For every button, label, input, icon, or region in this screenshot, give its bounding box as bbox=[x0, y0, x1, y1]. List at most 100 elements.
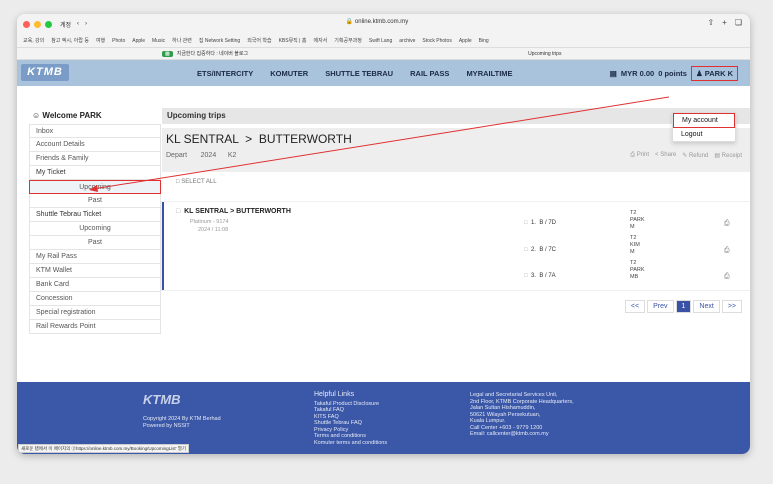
nav-links: ETS/INTERCITY KOMUTER SHUTTLE TEBRAU RAI… bbox=[197, 60, 513, 86]
depart-code: K2 bbox=[227, 152, 237, 159]
user-icon: ♟ bbox=[695, 68, 703, 78]
bookmark-item[interactable]: 참고 엑시, 아랍 등 bbox=[51, 37, 89, 44]
nav-link-railpass[interactable]: RAIL PASS bbox=[410, 69, 449, 78]
depart-year: 2024 bbox=[200, 152, 217, 159]
minimize-window-button[interactable] bbox=[34, 20, 41, 28]
sidebar-item-rail-pass[interactable]: My Rail Pass bbox=[29, 250, 161, 264]
page-next-button[interactable]: Next bbox=[693, 300, 720, 313]
tab-group-label[interactable]: 계정 bbox=[60, 20, 71, 29]
route-arrow-icon: > bbox=[241, 132, 256, 146]
footer-contact: Legal and Secretarial Services Unit, 2nd… bbox=[470, 392, 574, 437]
page-last-button[interactable]: >> bbox=[721, 300, 742, 313]
sidebar-item-concession[interactable]: Concession bbox=[29, 292, 161, 306]
checkbox-icon: □ bbox=[176, 179, 180, 185]
page-first-button[interactable]: << bbox=[624, 300, 646, 313]
sidebar-item-account-details[interactable]: Account Details bbox=[29, 138, 161, 152]
sidebar-item-past[interactable]: Past bbox=[29, 194, 161, 208]
depart-label: Depart bbox=[166, 152, 188, 159]
current-tab-label[interactable]: Upcoming trips bbox=[528, 51, 561, 57]
points-balance[interactable]: 0 points bbox=[658, 69, 687, 78]
sidebar-item-shuttle-past[interactable]: Past bbox=[29, 236, 161, 250]
bookmark-item[interactable]: Stock Photos bbox=[422, 38, 451, 44]
share-label: Share bbox=[660, 152, 677, 158]
footer-link[interactable]: Komuter terms and conditions bbox=[314, 440, 387, 447]
bookmark-item[interactable]: KBS뮤직 | 홈 bbox=[279, 37, 307, 44]
bookmark-item[interactable]: Photo bbox=[112, 38, 125, 44]
sidebar-item-special-registration[interactable]: Special registration bbox=[29, 306, 161, 320]
refund-button[interactable]: ✎ Refund bbox=[682, 152, 708, 159]
browser-tabbar: 계정 ‹ › 🔒 online.ktmb.com.my ⇧ + ❏ bbox=[17, 14, 750, 34]
bookmark-item[interactable]: 여행 bbox=[96, 37, 105, 44]
wallet-balance[interactable]: MYR 0.00 bbox=[621, 69, 654, 78]
page-current[interactable]: 1 bbox=[675, 300, 692, 313]
close-window-button[interactable] bbox=[23, 20, 30, 28]
bookmark-item[interactable]: 기획공부과정 bbox=[334, 37, 362, 44]
sidebar-item-rewards[interactable]: Rail Rewards Point bbox=[29, 320, 161, 334]
bookmark-item[interactable]: 하나 관련 bbox=[172, 37, 192, 44]
address-url: online.ktmb.com.my bbox=[354, 19, 409, 25]
bookmark-item[interactable]: Apple bbox=[459, 38, 472, 44]
receipt-button[interactable]: ▤ Receipt bbox=[714, 152, 742, 159]
print-button[interactable]: ⎙ Print bbox=[630, 152, 649, 159]
print-label: Print bbox=[636, 152, 650, 158]
seat-checkbox-icon[interactable]: □ bbox=[524, 247, 528, 253]
bookmark-item[interactable]: 외국어 학습 bbox=[247, 37, 271, 44]
share-icon[interactable]: ⇧ bbox=[707, 18, 714, 27]
nav-link-komuter[interactable]: KOMUTER bbox=[270, 69, 308, 78]
my-account-menu-item[interactable]: My account bbox=[673, 113, 735, 128]
user-menu-button[interactable]: ♟ PARK K bbox=[690, 65, 738, 81]
print-ticket-icon[interactable]: ⎙ bbox=[724, 220, 730, 228]
seat-checkbox-icon[interactable]: □ bbox=[524, 273, 528, 279]
browser-tab-strip: ▩ 지금한다 집중하다 : 네이버 블로그 Upcoming trips bbox=[17, 48, 750, 60]
route-title: KL SENTRAL > BUTTERWORTH bbox=[166, 132, 352, 146]
sidebar-item-shuttle-ticket[interactable]: Shuttle Tebrau Ticket bbox=[29, 208, 161, 222]
sidebar-item-my-ticket[interactable]: My Ticket bbox=[29, 166, 161, 180]
bookmark-item[interactable]: 에자서 bbox=[313, 37, 327, 44]
passenger-name: T2 KIM M bbox=[630, 235, 640, 255]
select-all-checkbox[interactable]: □ SELECT ALL bbox=[162, 172, 750, 192]
wallet-icon: ▤ bbox=[609, 68, 617, 78]
nav-link-ets[interactable]: ETS/INTERCITY bbox=[197, 69, 253, 78]
sidebar-item-wallet[interactable]: KTM Wallet bbox=[29, 264, 161, 278]
bookmark-item[interactable]: Apple bbox=[132, 38, 145, 44]
sidebar-item-shuttle-upcoming[interactable]: Upcoming bbox=[29, 222, 161, 236]
zoom-window-button[interactable] bbox=[45, 20, 52, 28]
page-title: Upcoming trips bbox=[162, 108, 750, 124]
passenger-name: T2 PARK M bbox=[630, 210, 645, 230]
sidebar-item-bank-card[interactable]: Bank Card bbox=[29, 278, 161, 292]
bookmark-item[interactable]: Music bbox=[152, 38, 165, 44]
sidebar-item-upcoming[interactable]: Upcoming bbox=[29, 180, 161, 194]
passenger-seat: □ 2. B / 7C bbox=[524, 247, 557, 253]
print-ticket-icon[interactable]: ⎙ bbox=[724, 273, 730, 281]
nav-link-myrailtime[interactable]: MYRAILTIME bbox=[466, 69, 512, 78]
ktmb-logo[interactable]: KTMB bbox=[21, 64, 69, 81]
sidebar-item-inbox[interactable]: Inbox bbox=[29, 124, 161, 138]
lock-icon: 🔒 bbox=[345, 19, 354, 25]
footer-logo: KTMB bbox=[143, 392, 181, 407]
tab-overview-icon[interactable]: ❏ bbox=[735, 18, 742, 27]
tab-group-badge[interactable]: ▩ bbox=[162, 50, 173, 57]
sidebar-tab-label[interactable]: 지금한다 집중하다 : 네이버 블로그 bbox=[177, 50, 248, 57]
footer-copyright: Copyright 2024 By KTM Berhad Powered by … bbox=[143, 416, 221, 429]
bookmark-item[interactable]: 집 Network Setting bbox=[199, 37, 240, 44]
seat-checkbox-icon[interactable]: □ bbox=[524, 220, 528, 226]
passenger-seat: □ 3. B / 7A bbox=[524, 273, 556, 279]
bookmark-item[interactable]: archive bbox=[399, 38, 415, 44]
trip-route-text: KL SENTRAL > BUTTERWORTH bbox=[184, 208, 291, 215]
address-bar[interactable]: 🔒 online.ktmb.com.my bbox=[277, 18, 477, 30]
logout-menu-item[interactable]: Logout bbox=[673, 128, 735, 141]
bookmark-item[interactable]: Swift Lang bbox=[369, 38, 392, 44]
page-prev-button[interactable]: Prev bbox=[647, 300, 674, 313]
bookmark-item[interactable]: Bing bbox=[479, 38, 489, 44]
forward-icon[interactable]: › bbox=[85, 21, 87, 27]
user-name: PARK K bbox=[704, 68, 733, 78]
trip-checkbox-icon[interactable]: □ bbox=[176, 208, 180, 215]
nav-link-shuttle[interactable]: SHUTTLE TEBRAU bbox=[325, 69, 393, 78]
bookmark-item[interactable]: 교육, 강의 bbox=[23, 37, 44, 44]
print-ticket-icon[interactable]: ⎙ bbox=[724, 247, 730, 255]
trip-datetime: 2024 / 11:08 bbox=[198, 227, 229, 233]
sidebar-item-friends[interactable]: Friends & Family bbox=[29, 152, 161, 166]
new-tab-icon[interactable]: + bbox=[722, 18, 727, 27]
share-button[interactable]: < Share bbox=[655, 152, 676, 159]
back-icon[interactable]: ‹ bbox=[77, 21, 79, 27]
